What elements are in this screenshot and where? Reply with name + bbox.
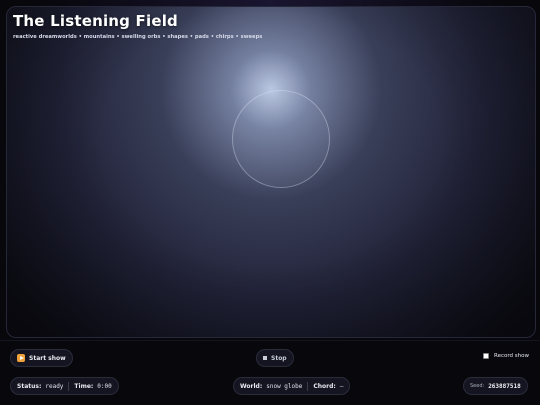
status-separator bbox=[68, 381, 70, 391]
world-label: World: bbox=[240, 382, 263, 390]
controls-divider bbox=[0, 340, 540, 341]
status-value: ready bbox=[45, 382, 64, 390]
seed-label: Seed: bbox=[470, 383, 485, 389]
status-label: Status: bbox=[17, 382, 42, 390]
world-pill: World: snow globe Chord: — bbox=[233, 377, 351, 395]
app-root: The Listening Field reactive dreamworlds… bbox=[0, 0, 540, 405]
record-show-toggle[interactable]: Record show bbox=[483, 353, 529, 359]
swelling-orb bbox=[232, 90, 330, 188]
page-title: The Listening Field bbox=[13, 12, 178, 30]
stop-icon bbox=[263, 356, 267, 360]
stop-label: Stop bbox=[271, 354, 287, 362]
start-show-button[interactable]: Start show bbox=[10, 349, 73, 367]
chord-value: — bbox=[339, 382, 344, 390]
stop-button[interactable]: Stop bbox=[256, 349, 294, 367]
play-icon bbox=[17, 354, 25, 362]
time-label: Time: bbox=[74, 382, 94, 390]
world-value: snow globe bbox=[266, 382, 303, 390]
start-show-label: Start show bbox=[29, 354, 66, 362]
record-show-label: Record show bbox=[494, 353, 529, 359]
page-subtitle: reactive dreamworlds • mountains • swell… bbox=[13, 34, 263, 40]
world-separator bbox=[307, 381, 309, 391]
seed-pill: Seed: 263887518 bbox=[463, 377, 528, 395]
chord-label: Chord: bbox=[313, 382, 336, 390]
seed-value: 263887518 bbox=[488, 382, 521, 390]
record-show-checkbox[interactable] bbox=[483, 353, 489, 359]
status-pill: Status: ready Time: 0:00 bbox=[10, 377, 119, 395]
visual-stage[interactable]: The Listening Field reactive dreamworlds… bbox=[6, 6, 536, 338]
time-value: 0:00 bbox=[97, 382, 112, 390]
